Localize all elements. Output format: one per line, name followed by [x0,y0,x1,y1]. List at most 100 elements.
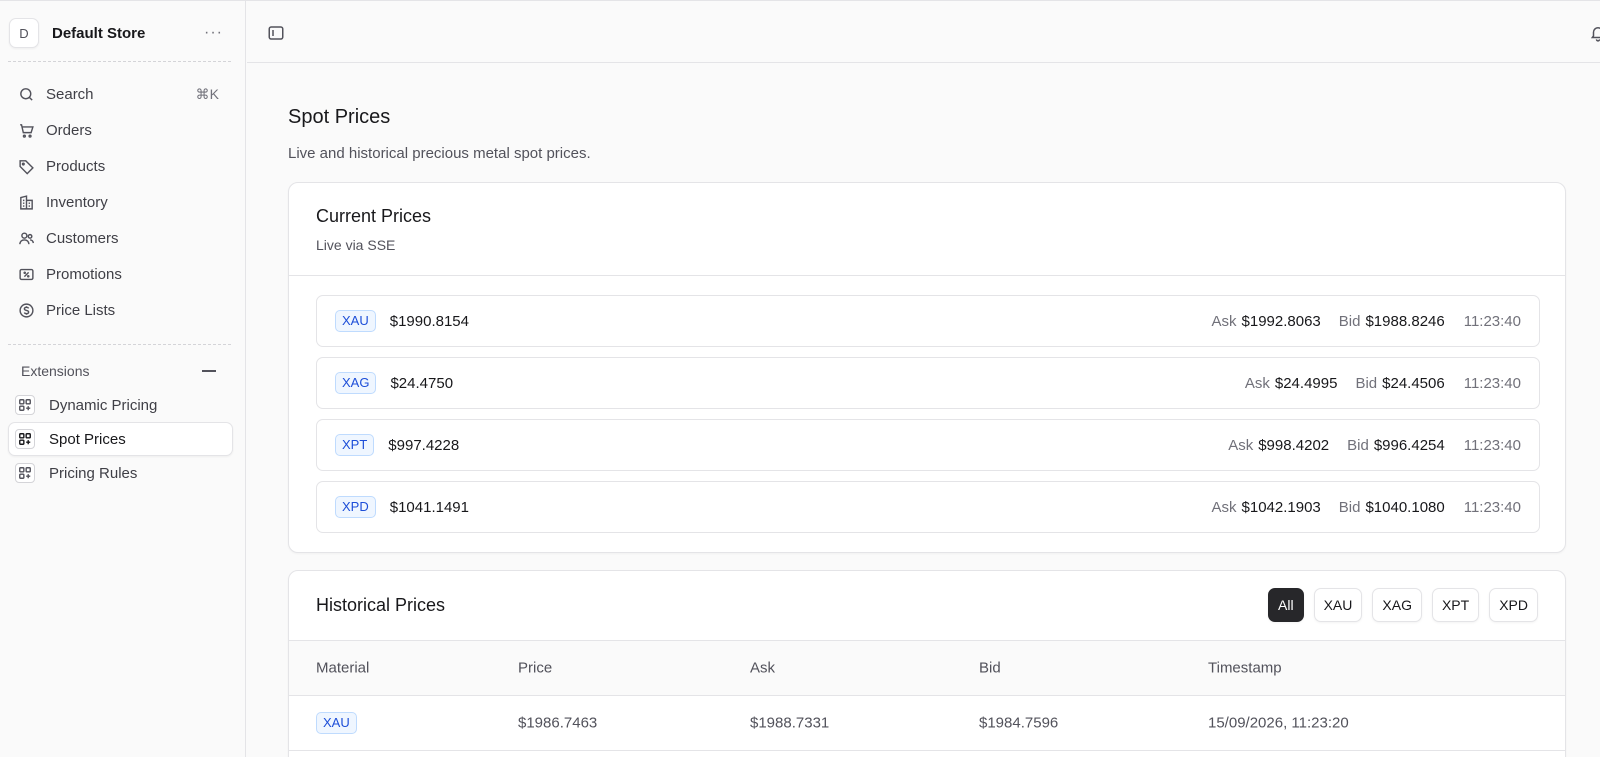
sidebar-item-price-lists[interactable]: Price Lists [8,292,231,328]
sidebar-item-label: Price Lists [46,301,116,319]
sidebar-item-label: Pricing Rules [49,464,138,482]
timestamp-cell: 15/09/2026, 11:23:20 [1208,714,1349,732]
column-header-ask[interactable]: Ask [750,660,775,677]
sidebar-item-spot-prices[interactable]: Spot Prices [8,422,233,456]
metal-badge: XAU [316,712,357,734]
material-cell: XAU [316,712,357,734]
metal-badge: XPD [335,496,376,518]
ask-value: $24.4995 [1274,374,1338,392]
metal-filter-group: All XAU XAG XPT XPD [1258,588,1538,622]
bid-label: Bid [1355,374,1378,392]
spot-price: $997.4228 [388,436,460,454]
column-header-bid[interactable]: Bid [979,660,1001,677]
bid-label: Bid [1338,312,1361,330]
filter-xpt-button[interactable]: XPT [1431,588,1480,622]
main-nav: Search ⌘K Orders Products Inventory Cust… [8,76,231,328]
sidebar-divider [8,344,231,345]
historical-prices-title: Historical Prices [316,595,446,615]
sidebar-item-orders[interactable]: Orders [8,112,231,148]
search-shortcut: ⌘K [195,85,219,102]
current-prices-subtitle: Live via SSE [316,237,396,253]
filter-all-button[interactable]: All [1268,588,1304,622]
sidebar-item-label: Products [46,157,106,175]
topbar [247,1,1600,63]
column-header-timestamp[interactable]: Timestamp [1208,660,1282,677]
sidebar-item-pricing-rules[interactable]: Pricing Rules [8,456,233,490]
extension-icon [15,395,35,415]
page-subtitle: Live and historical precious metal spot … [288,145,591,162]
sidebar-divider [8,61,231,62]
sidebar-item-label: Spot Prices [49,430,126,448]
extension-icon [15,463,35,483]
collapse-icon[interactable] [202,370,216,372]
filter-xag-button[interactable]: XAG [1372,588,1422,622]
ask-value: $998.4202 [1258,436,1330,454]
sidebar-item-label: Promotions [46,265,122,283]
filter-xau-button[interactable]: XAU [1313,588,1363,622]
sidebar-item-customers[interactable]: Customers [8,220,231,256]
tag-icon [17,157,35,175]
store-avatar: D [9,18,39,48]
extension-icon [15,429,35,449]
sidebar-item-label: Dynamic Pricing [49,396,158,414]
spot-price: $1990.8154 [389,312,469,330]
more-options-icon[interactable]: ··· [204,24,223,42]
metal-badge: XPT [335,434,375,456]
sidebar-item-label: Orders [46,121,92,139]
historical-prices-card: Historical Prices All XAU XAG XPT XPD Ma… [288,570,1566,757]
bid-cell: $1984.7596 [979,714,1059,732]
table-row[interactable]: XAU $1986.7463 $1988.7331 $1984.7596 15/… [289,696,1565,751]
bid-value: $1988.8246 [1365,312,1445,330]
spot-price: $24.4750 [390,374,454,392]
spot-price: $1041.1491 [389,498,469,516]
search-button[interactable]: Search ⌘K [8,76,231,112]
metal-badge: XAG [335,372,377,394]
price-time: 11:23:40 [1463,436,1521,454]
ask-cell: $1988.7331 [750,714,830,732]
filter-xpd-button[interactable]: XPD [1489,588,1538,622]
price-time: 11:23:40 [1463,498,1521,516]
ask-label: Ask [1228,436,1254,454]
price-cell: $1986.7463 [518,714,598,732]
ask-label: Ask [1211,312,1237,330]
sidebar-item-promotions[interactable]: Promotions [8,256,231,292]
sidebar-toggle-icon[interactable] [267,24,285,42]
card-divider [289,275,1565,276]
sidebar-item-dynamic-pricing[interactable]: Dynamic Pricing [8,388,233,422]
bid-value: $1040.1080 [1365,498,1445,516]
notifications-bell-icon[interactable] [1589,24,1600,42]
ask-value: $1042.1903 [1241,498,1321,516]
table-header: Material Price Ask Bid Timestamp [289,640,1565,696]
sidebar-item-label: Inventory [46,193,108,211]
ask-value: $1992.8063 [1241,312,1321,330]
sidebar-item-products[interactable]: Products [8,148,231,184]
column-header-material[interactable]: Material [316,660,369,677]
extensions-list: Dynamic Pricing Spot Prices Pricing Rule… [8,388,233,490]
ticket-icon [17,265,35,283]
sidebar-item-inventory[interactable]: Inventory [8,184,231,220]
bid-value: $24.4506 [1382,374,1445,392]
building-icon [17,193,35,211]
bid-value: $996.4254 [1373,436,1445,454]
extensions-header[interactable]: Extensions [8,358,231,384]
ask-label: Ask [1244,374,1270,392]
cart-icon [17,121,35,139]
bid-label: Bid [1338,498,1361,516]
users-icon [17,229,35,247]
metal-badge: XAU [335,310,376,332]
dollar-circle-icon [17,301,35,319]
extensions-label: Extensions [21,363,90,379]
price-row-xpd: XPD $1041.1491 Ask $1042.1903 Bid $1040.… [316,481,1540,533]
sidebar-item-label: Customers [46,229,119,247]
price-row-xau: XAU $1990.8154 Ask $1992.8063 Bid $1988.… [316,295,1540,347]
column-header-price[interactable]: Price [518,660,552,677]
bid-label: Bid [1347,436,1369,454]
search-icon [17,85,35,103]
ask-label: Ask [1211,498,1237,516]
page-title: Spot Prices [288,106,391,128]
search-label: Search [46,85,94,103]
sidebar: D Default Store ··· Search ⌘K Orders Pro… [0,1,246,757]
price-time: 11:23:40 [1463,312,1521,330]
current-prices-card: Current Prices Live via SSE XAU $1990.81… [288,182,1566,553]
store-switcher[interactable]: D Default Store ··· [8,17,231,49]
